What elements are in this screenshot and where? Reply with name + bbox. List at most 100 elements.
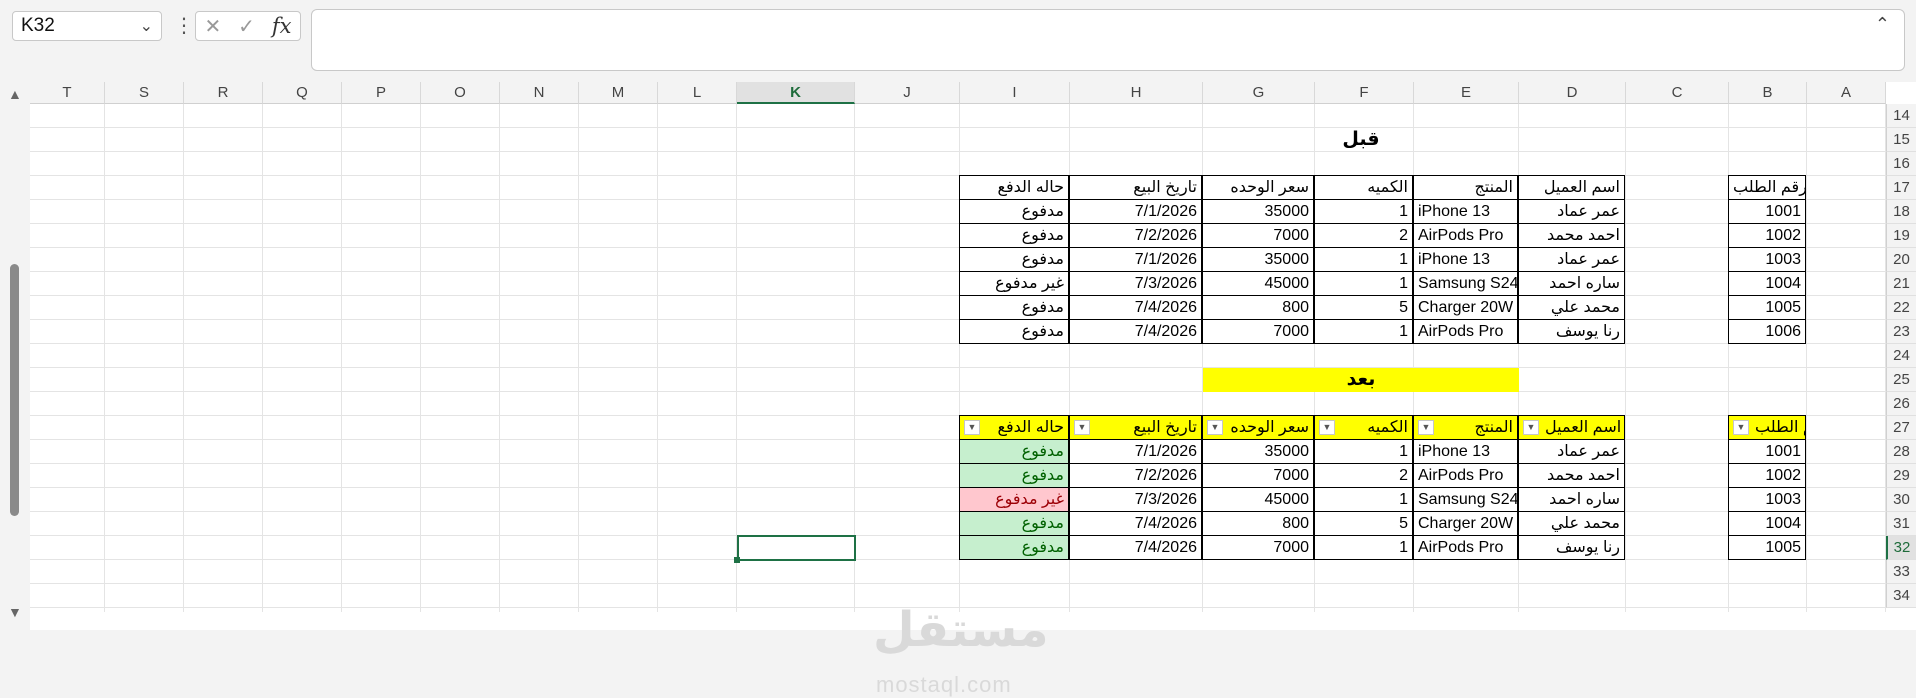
before-table-cell[interactable]: 7/3/2026 (1069, 271, 1202, 296)
after-table-cell[interactable]: احمد محمد (1518, 463, 1625, 488)
after-table-cell[interactable]: 7000 (1202, 535, 1314, 560)
before-table-cell[interactable]: رنا يوسف (1518, 319, 1625, 344)
after-table-cell[interactable]: 1 (1314, 535, 1413, 560)
after-table-cell[interactable]: 1 (1314, 487, 1413, 512)
before-table-cell[interactable]: مدفوع (959, 319, 1069, 344)
after-table-cell[interactable]: 7/3/2026 (1069, 487, 1202, 512)
after-header-cell[interactable]: ▼ سعر الوحده (1202, 415, 1314, 440)
row-header-22[interactable]: 22 (1886, 296, 1916, 320)
before-table-cell[interactable]: مدفوع (959, 199, 1069, 224)
column-header-d[interactable]: D (1519, 82, 1626, 104)
column-header-f[interactable]: F (1315, 82, 1414, 104)
after-table-cell[interactable]: 7/4/2026 (1069, 535, 1202, 560)
filter-dropdown-icon[interactable]: ▼ (1207, 420, 1223, 435)
column-header-m[interactable]: M (579, 82, 658, 104)
before-table-cell[interactable]: غير مدفوع (959, 271, 1069, 296)
column-header-s[interactable]: S (105, 82, 184, 104)
before-table-cell[interactable]: 7/2/2026 (1069, 223, 1202, 248)
column-header-i[interactable]: I (960, 82, 1070, 104)
row-header-27[interactable]: 27 (1886, 416, 1916, 440)
after-table-cell[interactable]: 1 (1314, 439, 1413, 464)
after-header-cell[interactable]: ▼ المنتج (1413, 415, 1518, 440)
before-table-cell[interactable]: AirPods Pro (1413, 223, 1518, 248)
before-table-cell[interactable]: 7000 (1202, 319, 1314, 344)
row-header-19[interactable]: 19 (1886, 224, 1916, 248)
row-header-28[interactable]: 28 (1886, 440, 1916, 464)
after-table-cell[interactable]: 1004 (1728, 511, 1806, 536)
row-header-31[interactable]: 31 (1886, 512, 1916, 536)
payment-status-cell[interactable]: مدفوع (959, 439, 1069, 464)
after-table-cell[interactable]: Charger 20W (1413, 511, 1518, 536)
before-table-cell[interactable]: 1 (1314, 319, 1413, 344)
before-table-cell[interactable]: 1002 (1728, 223, 1806, 248)
before-table-cell[interactable]: 1001 (1728, 199, 1806, 224)
after-table-cell[interactable]: 1005 (1728, 535, 1806, 560)
filter-dropdown-icon[interactable]: ▼ (1319, 420, 1335, 435)
row-header-16[interactable]: 16 (1886, 152, 1916, 176)
scrollbar-thumb[interactable] (10, 264, 19, 516)
before-table-cell[interactable]: 1 (1314, 271, 1413, 296)
row-header-33[interactable]: 33 (1886, 560, 1916, 584)
after-table-cell[interactable]: 7/1/2026 (1069, 439, 1202, 464)
after-table-cell[interactable]: 1001 (1728, 439, 1806, 464)
filter-dropdown-icon[interactable]: ▼ (1523, 420, 1539, 435)
payment-status-cell[interactable]: مدفوع (959, 463, 1069, 488)
payment-status-cell[interactable]: مدفوع (959, 535, 1069, 560)
cancel-icon[interactable]: ✕ (204, 14, 221, 39)
after-table-cell[interactable]: ساره احمد (1518, 487, 1625, 512)
scroll-up-icon[interactable]: ▲ (8, 86, 22, 102)
before-table-cell[interactable]: 1004 (1728, 271, 1806, 296)
row-header-30[interactable]: 30 (1886, 488, 1916, 512)
before-table-cell[interactable]: 1006 (1728, 319, 1806, 344)
filter-dropdown-icon[interactable]: ▼ (1733, 420, 1749, 435)
column-header-j[interactable]: J (855, 82, 960, 104)
before-table-cell[interactable]: 1005 (1728, 295, 1806, 320)
after-table-cell[interactable]: 800 (1202, 511, 1314, 536)
before-table-cell[interactable]: 1 (1314, 247, 1413, 272)
before-table-cell[interactable]: 7/1/2026 (1069, 199, 1202, 224)
row-header-29[interactable]: 29 (1886, 464, 1916, 488)
before-table-cell[interactable]: مدفوع (959, 295, 1069, 320)
after-table-cell[interactable]: 7/4/2026 (1069, 511, 1202, 536)
row-header-21[interactable]: 21 (1886, 272, 1916, 296)
before-table-cell[interactable]: محمد علي (1518, 295, 1625, 320)
before-table-cell[interactable]: ساره احمد (1518, 271, 1625, 296)
before-table-cell[interactable]: عمر عماد (1518, 199, 1625, 224)
after-table-cell[interactable]: AirPods Pro (1413, 463, 1518, 488)
column-header-l[interactable]: L (658, 82, 737, 104)
row-header-17[interactable]: 17 (1886, 176, 1916, 200)
after-header-cell[interactable]: ▼ تاريخ البيع (1069, 415, 1202, 440)
filter-dropdown-icon[interactable]: ▼ (964, 420, 980, 435)
more-options-icon[interactable]: ⋮ (174, 12, 194, 40)
after-table-cell[interactable]: 1003 (1728, 487, 1806, 512)
selected-cell-k32[interactable] (737, 535, 856, 561)
after-table-cell[interactable]: عمر عماد (1518, 439, 1625, 464)
row-header-20[interactable]: 20 (1886, 248, 1916, 272)
row-header-34[interactable]: 34 (1886, 584, 1916, 608)
column-header-c[interactable]: C (1626, 82, 1729, 104)
before-table-cell[interactable]: احمد محمد (1518, 223, 1625, 248)
column-header-r[interactable]: R (184, 82, 263, 104)
before-table-cell[interactable]: 800 (1202, 295, 1314, 320)
fill-handle[interactable] (734, 557, 740, 563)
before-table-cell[interactable]: 7/4/2026 (1069, 319, 1202, 344)
after-table-cell[interactable]: 5 (1314, 511, 1413, 536)
before-table-cell[interactable]: iPhone 13 (1413, 247, 1518, 272)
row-header-15[interactable]: 15 (1886, 128, 1916, 152)
column-header-a[interactable]: A (1807, 82, 1886, 104)
column-header-o[interactable]: O (421, 82, 500, 104)
before-table-cell[interactable]: مدفوع (959, 247, 1069, 272)
before-table-cell[interactable]: 7000 (1202, 223, 1314, 248)
after-header-cell[interactable]: ▼ الكميه (1314, 415, 1413, 440)
row-header-14[interactable]: 14 (1886, 104, 1916, 128)
after-table-cell[interactable]: 2 (1314, 463, 1413, 488)
worksheet-grid[interactable]: ▲ ▼ مستقل mostaql.com TSRQPONMLKJIHGFEDC… (0, 82, 1916, 697)
before-table-cell[interactable]: 1 (1314, 199, 1413, 224)
column-header-p[interactable]: P (342, 82, 421, 104)
before-table-cell[interactable]: 7/1/2026 (1069, 247, 1202, 272)
column-header-g[interactable]: G (1203, 82, 1315, 104)
row-header-24[interactable]: 24 (1886, 344, 1916, 368)
name-box[interactable]: K32 ⌄ (12, 11, 162, 41)
after-table-cell[interactable]: Samsung S24 (1413, 487, 1518, 512)
formula-input[interactable]: ⌃ (311, 9, 1905, 71)
